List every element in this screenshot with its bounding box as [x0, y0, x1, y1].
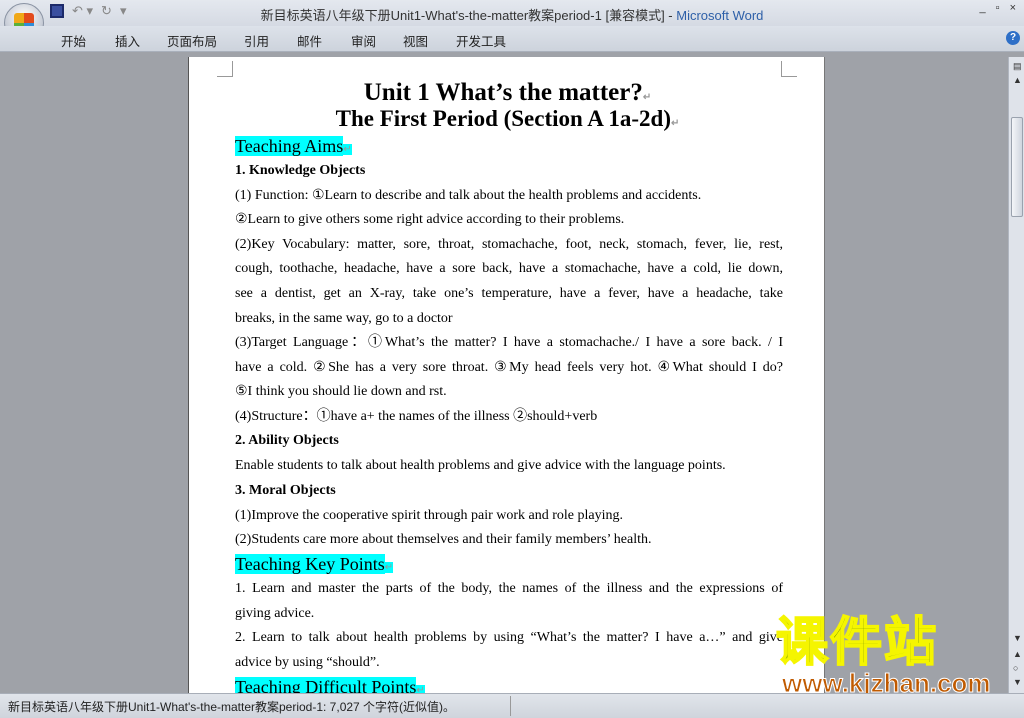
tab-references[interactable]: 引用 [244, 31, 269, 50]
margin-corner [217, 61, 233, 77]
help-icon[interactable]: ? [1006, 31, 1020, 45]
document-page[interactable]: Unit 1 What’s the matter?↵ The First Per… [188, 57, 825, 697]
window-title: 新目标英语八年级下册Unit1-What's-the-matter教案perio… [0, 5, 1024, 24]
paragraph-line: ⑤I think you should lie down and rst. [235, 384, 447, 399]
vertical-scrollbar[interactable]: ▤ ▲ ▼ ▲ ○ ▼ [1008, 57, 1024, 693]
paragraph-line: see a dentist, get an X-ray, take one’s … [235, 286, 783, 301]
doc-subtitle: The First Period (Section A 1a-2d)↵ [335, 106, 680, 131]
watermark-logo: 课件站 www.kjzhan.com [775, 613, 1006, 698]
save-icon[interactable] [50, 4, 64, 18]
app-name: Microsoft Word [676, 8, 764, 23]
paragraph-line: (1)Improve the cooperative spirit throug… [235, 508, 623, 523]
paragraph-line: cough, toothache, headache, have a sore … [235, 261, 783, 276]
tab-developer[interactable]: 开发工具 [456, 31, 506, 50]
scroll-up-icon[interactable]: ▲ [1013, 75, 1022, 85]
tab-view[interactable]: 视图 [403, 31, 428, 50]
status-text: 新目标英语八年级下册Unit1-What's-the-matter教案perio… [8, 700, 456, 714]
paragraph-line: 2. Ability Objects [235, 433, 339, 448]
paragraph-line: (2)Students care more about themselves a… [235, 532, 652, 547]
scroll-down-icon[interactable]: ▼ [1013, 633, 1022, 643]
quick-access-toolbar: ↶ ▾ ↻ ▾ [50, 3, 126, 19]
restore-button[interactable]: ▫ [996, 2, 1000, 14]
select-browse-object-icon[interactable]: ○ [1013, 663, 1018, 673]
redo-icon[interactable]: ↻ [101, 3, 112, 19]
ribbon-tabs: 开始 插入 页面布局 引用 邮件 审阅 视图 开发工具 ? [0, 26, 1024, 52]
paragraph-line: (2)Key Vocabulary: matter, sore, throat,… [235, 237, 783, 252]
margin-corner [781, 61, 797, 77]
paragraph-line: (4)Structure：①have a+ the names of the i… [235, 409, 598, 424]
paragraph-line: advice by using “should”. [235, 655, 380, 670]
close-button[interactable]: × [1010, 2, 1016, 14]
paragraph-line: Enable students to talk about health pro… [235, 458, 726, 473]
heading-teaching-key-points: Teaching Key Points↵ [235, 554, 394, 574]
document-name: 新目标英语八年级下册Unit1-What's-the-matter教案perio… [260, 8, 677, 23]
watermark-text: 课件站 [775, 613, 939, 673]
paragraph-line: breaks, in the same way, go to a doctor [235, 311, 453, 326]
tab-insert[interactable]: 插入 [115, 31, 140, 50]
title-bar: 新目标英语八年级下册Unit1-What's-the-matter教案perio… [0, 0, 1024, 26]
paragraph-line: 2. Learn to talk about health problems b… [235, 630, 783, 645]
paragraph-line: 1. Knowledge Objects [235, 163, 366, 178]
minimize-button[interactable]: _ [980, 2, 986, 14]
heading-teaching-aims: Teaching Aims↵ [235, 136, 352, 156]
paragraph-line: (3)Target Language：①What’s the matter? I… [235, 335, 783, 350]
ruler-toggle-icon[interactable]: ▤ [1013, 61, 1022, 72]
paragraph-line: (1) Function: ①Learn to describe and tal… [235, 188, 702, 203]
tab-home[interactable]: 开始 [61, 31, 86, 50]
paragraph-line: have a cold. ②She has a very sore throat… [235, 360, 783, 375]
previous-page-icon[interactable]: ▲ [1013, 649, 1022, 659]
customize-toolbar-icon[interactable]: ▾ [120, 3, 127, 19]
undo-icon[interactable]: ↶ ▾ [72, 3, 93, 19]
status-divider [510, 696, 511, 716]
paragraph-line: ②Learn to give others some right advice … [235, 212, 625, 227]
paragraph-line: 1. Learn and master the parts of the bod… [235, 581, 783, 596]
tab-review[interactable]: 审阅 [351, 31, 376, 50]
watermark-url: www.kjzhan.com [782, 668, 992, 698]
next-page-icon[interactable]: ▼ [1013, 677, 1022, 687]
scrollbar-thumb[interactable] [1011, 117, 1023, 217]
tab-page-layout[interactable]: 页面布局 [167, 31, 217, 50]
status-bar: 新目标英语八年级下册Unit1-What's-the-matter教案perio… [0, 693, 1024, 718]
paragraph-line: 3. Moral Objects [235, 483, 336, 498]
tab-mailings[interactable]: 邮件 [297, 31, 322, 50]
paragraph-line: giving advice. [235, 606, 315, 621]
